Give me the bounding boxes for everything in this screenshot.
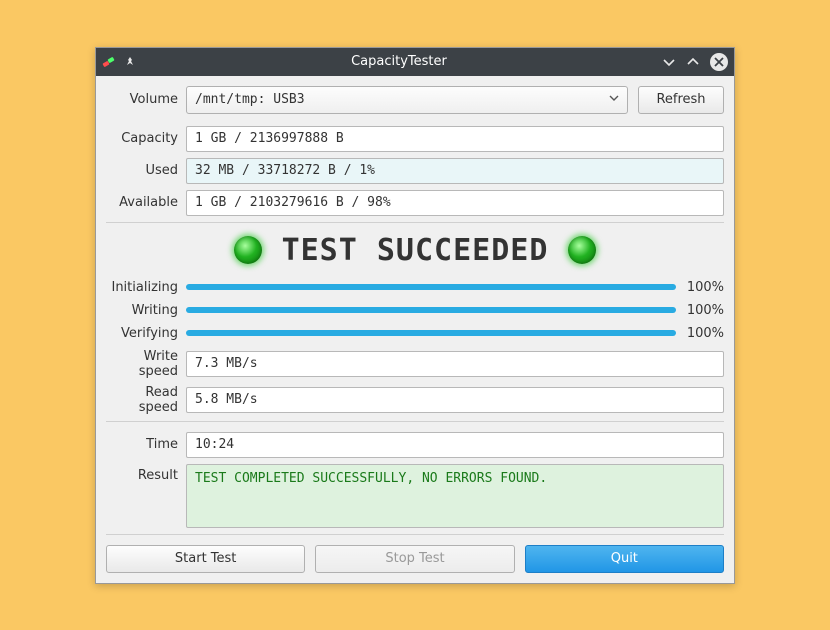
- status-lamp-right: [568, 236, 596, 264]
- initializing-pct: 100%: [676, 280, 724, 295]
- read-speed-field: 5.8 MB/s: [186, 387, 724, 413]
- refresh-button[interactable]: Refresh: [638, 86, 724, 114]
- app-window: CapacityTester Volume /mnt/tmp: USB3: [95, 47, 735, 584]
- volume-select[interactable]: /mnt/tmp: USB3: [186, 86, 628, 114]
- separator: [106, 222, 724, 223]
- capacity-label: Capacity: [106, 131, 186, 146]
- separator: [106, 421, 724, 422]
- verifying-pct: 100%: [676, 326, 724, 341]
- result-label: Result: [106, 464, 186, 483]
- app-icon: [102, 55, 116, 69]
- status-text: TEST SUCCEEDED: [282, 233, 549, 268]
- write-speed-label: Write speed: [106, 349, 186, 379]
- volume-label: Volume: [106, 92, 186, 107]
- result-field: TEST COMPLETED SUCCESSFULLY, NO ERRORS F…: [186, 464, 724, 528]
- status-lamp-left: [234, 236, 262, 264]
- used-field: 32 MB / 33718272 B / 1%: [186, 158, 724, 184]
- quit-button[interactable]: Quit: [525, 545, 724, 573]
- verifying-progress: [186, 330, 676, 336]
- separator: [106, 534, 724, 535]
- initializing-progress: [186, 284, 676, 290]
- minimize-button[interactable]: [662, 55, 676, 69]
- verifying-label: Verifying: [106, 326, 186, 341]
- available-label: Available: [106, 195, 186, 210]
- pin-icon[interactable]: [124, 56, 136, 68]
- initializing-label: Initializing: [106, 280, 186, 295]
- time-field: 10:24: [186, 432, 724, 458]
- writing-progress: [186, 307, 676, 313]
- volume-select-value: /mnt/tmp: USB3: [195, 92, 305, 107]
- stop-test-button: Stop Test: [315, 545, 514, 573]
- writing-label: Writing: [106, 303, 186, 318]
- time-label: Time: [106, 437, 186, 452]
- maximize-button[interactable]: [686, 55, 700, 69]
- available-field: 1 GB / 2103279616 B / 98%: [186, 190, 724, 216]
- titlebar[interactable]: CapacityTester: [96, 48, 734, 76]
- read-speed-label: Read speed: [106, 385, 186, 415]
- window-title: CapacityTester: [136, 54, 662, 69]
- used-label: Used: [106, 163, 186, 178]
- write-speed-field: 7.3 MB/s: [186, 351, 724, 377]
- start-test-button[interactable]: Start Test: [106, 545, 305, 573]
- capacity-field: 1 GB / 2136997888 B: [186, 126, 724, 152]
- writing-pct: 100%: [676, 303, 724, 318]
- close-button[interactable]: [710, 53, 728, 71]
